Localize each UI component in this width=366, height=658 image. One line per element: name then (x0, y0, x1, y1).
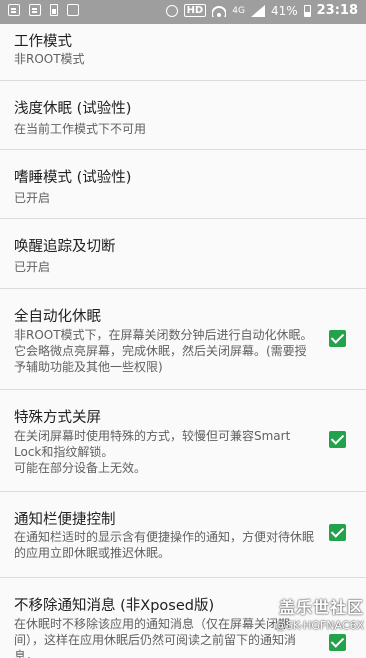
setting-summary: 非ROOT模式下，在屏幕关闭数分钟后进行自动化休眠。它会略微点亮屏幕，完成休眠，… (14, 328, 313, 374)
setting-title: 嗜睡模式 (试验性) (14, 170, 132, 186)
watermark-user: @SK-HGFNAC6X (275, 619, 364, 632)
network-type: 4G (232, 5, 245, 16)
status-bar: HD 4G 41% 23:18 (0, 0, 366, 24)
setting-summary: 已开启 (14, 260, 51, 274)
special-screen-off-checkbox[interactable] (329, 431, 346, 448)
setting-title: 不移除通知消息 (非Xposed版) (14, 598, 215, 614)
setting-notification-control[interactable]: 通知栏便捷控制 在通知栏适时的显示含有便捷操作的通知，方便对待休眠的应用立即休眠… (0, 492, 366, 578)
setting-title: 全自动化休眠 (14, 309, 101, 325)
watermark-title: 盖乐世社区 (278, 598, 364, 617)
notification-control-checkbox[interactable] (329, 524, 346, 541)
battery-icon (303, 4, 311, 17)
wifi-icon (212, 5, 227, 17)
setting-wakeup-tracking[interactable]: 唤醒追踪及切断 已开启 (0, 219, 366, 289)
setting-light-doze[interactable]: 浅度休眠 (试验性) 在当前工作模式下不可用 (0, 81, 366, 150)
setting-title: 浅度休眠 (试验性) (14, 101, 132, 117)
clock: 23:18 (316, 3, 358, 18)
alarm-icon (165, 4, 178, 17)
battery-percent: 41% (270, 3, 298, 18)
setting-summary: 非ROOT模式 (14, 52, 85, 66)
setting-title: 工作模式 (14, 34, 72, 50)
setting-summary: 在关闭屏幕时使用特殊的方式，较慢但可兼容Smart Lock和指纹解锁。 可能在… (14, 429, 291, 475)
setting-title: 通知栏便捷控制 (14, 512, 116, 528)
setting-special-screen-off[interactable]: 特殊方式关屏 在关闭屏幕时使用特殊的方式，较慢但可兼容Smart Lock和指纹… (0, 390, 366, 492)
setting-auto-hibernate[interactable]: 全自动化休眠 非ROOT模式下，在屏幕关闭数分钟后进行自动化休眠。它会略微点亮屏… (0, 289, 366, 390)
signal-icon (250, 4, 265, 17)
setting-work-mode[interactable]: 工作模式 非ROOT模式 (0, 24, 366, 81)
setting-summary: 在通知栏适时的显示含有便捷操作的通知，方便对待休眠的应用立即休眠或推迟休眠。 (14, 530, 315, 560)
hd-voice-badge: HD (183, 4, 207, 17)
setting-summary: 已开启 (14, 191, 51, 205)
setting-doze-mode[interactable]: 嗜睡模式 (试验性) 已开启 (0, 150, 366, 219)
watermark: 盖乐世社区 @SK-HGFNAC6X (246, 594, 364, 632)
keep-notifications-checkbox[interactable] (329, 634, 346, 651)
setting-title: 特殊方式关屏 (14, 410, 101, 426)
auto-hibernate-checkbox[interactable] (329, 330, 346, 347)
notification-image-icon (67, 4, 79, 16)
notification-file-icon (29, 4, 41, 16)
setting-summary: 在当前工作模式下不可用 (14, 122, 147, 136)
notification-battery-icon (50, 4, 58, 16)
setting-title: 唤醒追踪及切断 (14, 239, 116, 255)
notification-doc-icon (8, 4, 20, 16)
